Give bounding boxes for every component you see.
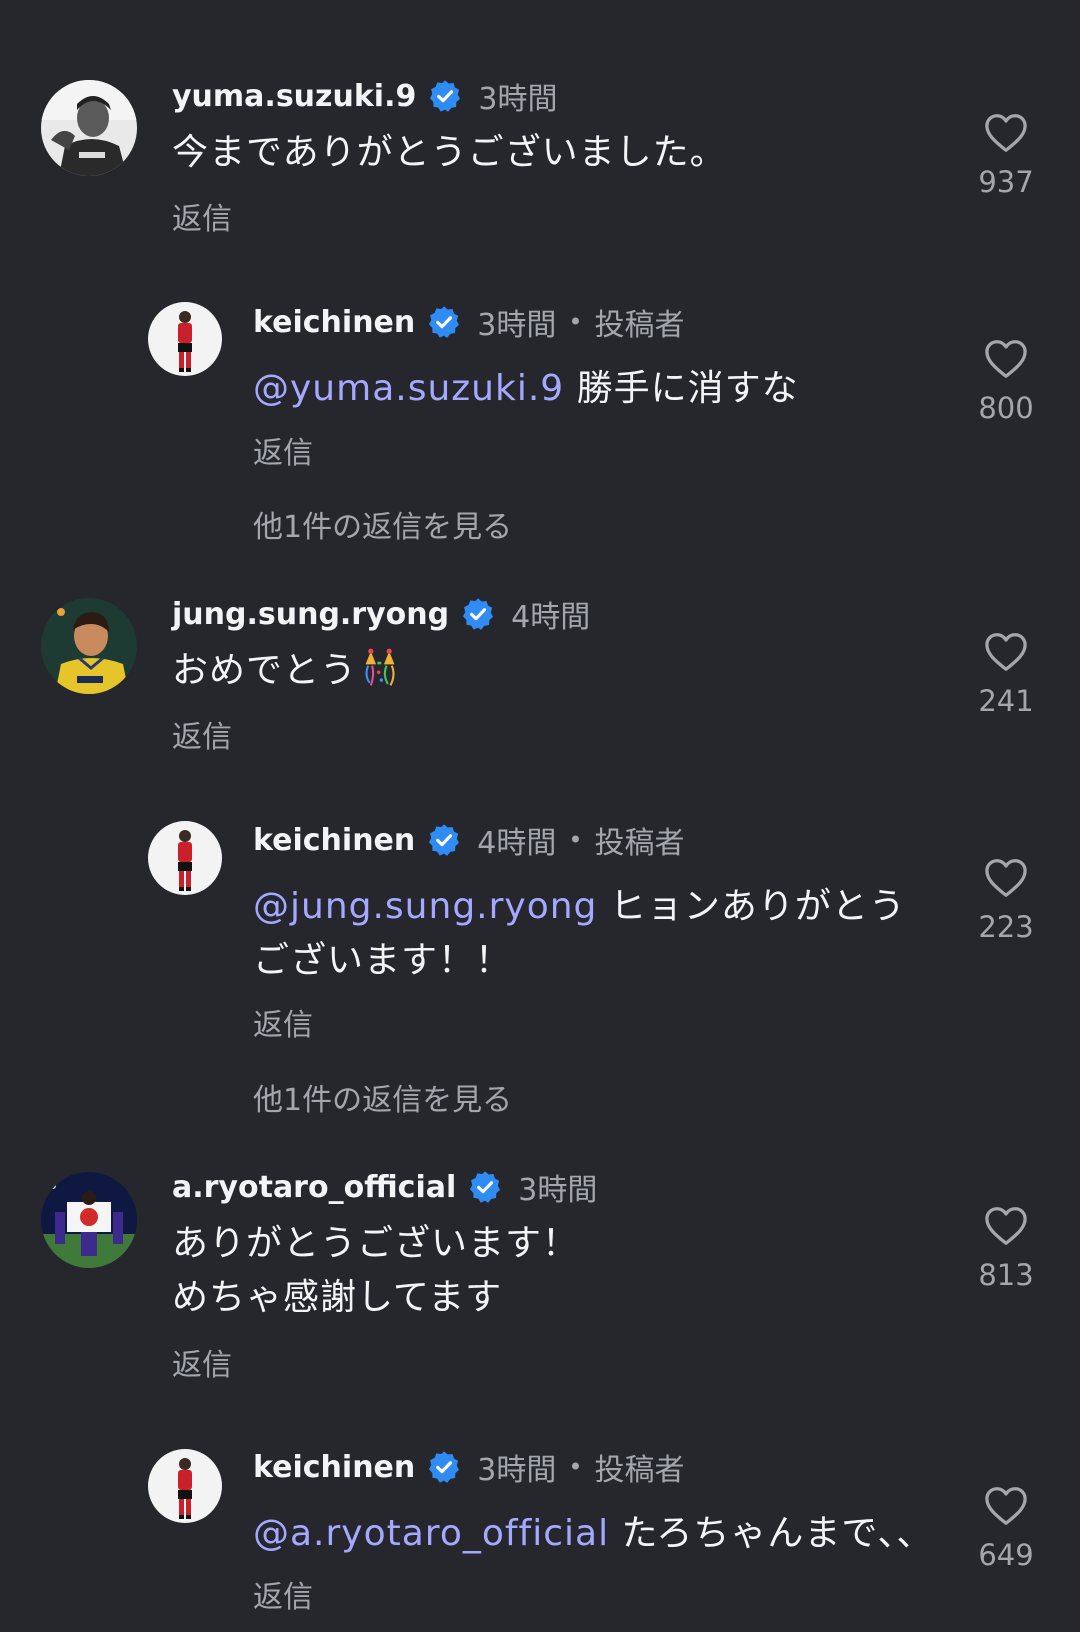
- separator-dot: •: [568, 1453, 583, 1481]
- author-badge: 投稿者: [594, 826, 685, 861]
- like-button[interactable]: 800: [960, 339, 1052, 425]
- verified-badge-icon: [429, 306, 460, 338]
- heart-icon[interactable]: [984, 858, 1028, 898]
- comment-body: おめでとう: [172, 650, 358, 691]
- username[interactable]: keichinen: [253, 1450, 415, 1485]
- like-count: 800: [978, 391, 1034, 425]
- avatar[interactable]: [148, 302, 222, 376]
- username[interactable]: a.ryotaro_official: [172, 1170, 456, 1205]
- reply-button[interactable]: 返信: [172, 712, 232, 756]
- verified-badge-icon: [430, 80, 461, 112]
- heart-icon[interactable]: [984, 632, 1028, 672]
- reply-button[interactable]: 返信: [253, 1572, 313, 1616]
- like-button[interactable]: 223: [960, 858, 1052, 944]
- verified-badge-icon: [463, 598, 494, 630]
- comment-meta: keichinen 3時間 • 投稿者: [253, 300, 685, 344]
- like-button[interactable]: 937: [960, 113, 1052, 199]
- comment-meta: keichinen 3時間 • 投稿者: [253, 1445, 685, 1489]
- author-badge: 投稿者: [594, 308, 685, 343]
- like-count: 649: [978, 1538, 1034, 1572]
- verified-badge-icon: [429, 1451, 460, 1483]
- timestamp: 4時間: [511, 600, 591, 635]
- reply-button[interactable]: 返信: [253, 1000, 313, 1044]
- confetti-emoji-icon: [365, 648, 395, 686]
- comment-text: ありがとうございます！ めちゃ感謝してます: [172, 1217, 862, 1325]
- comment-body: たろちゃんまで､､: [609, 1513, 917, 1554]
- reply-button[interactable]: 返信: [253, 428, 313, 472]
- comment-meta: a.ryotaro_official 3時間: [172, 1165, 597, 1209]
- like-count: 241: [978, 684, 1034, 718]
- comment-text: @jung.sung.ryong ヒョンありがとうございます！！: [253, 880, 933, 988]
- like-count: 813: [978, 1258, 1034, 1292]
- like-button[interactable]: 649: [960, 1486, 1052, 1572]
- timestamp: 3時間: [477, 1453, 557, 1488]
- avatar[interactable]: [41, 1172, 137, 1268]
- like-button[interactable]: 241: [960, 632, 1052, 718]
- separator-dot: •: [568, 826, 583, 854]
- comment-meta: keichinen 4時間 • 投稿者: [253, 818, 685, 862]
- comment-text: おめでとう: [172, 644, 862, 698]
- comment-body: 今までありがとうございました。: [172, 132, 727, 173]
- comment-meta: jung.sung.ryong 4時間: [172, 592, 590, 636]
- comment-body: 勝手に消すな: [564, 368, 799, 409]
- heart-icon[interactable]: [984, 1206, 1028, 1246]
- reply-button[interactable]: 返信: [172, 194, 232, 238]
- username[interactable]: yuma.suzuki.9: [172, 79, 416, 114]
- username[interactable]: keichinen: [253, 305, 415, 340]
- timestamp: 3時間: [518, 1173, 598, 1208]
- like-count: 223: [978, 910, 1034, 944]
- comment-text: 今までありがとうございました。: [172, 126, 862, 180]
- mention-link[interactable]: @jung.sung.ryong: [253, 886, 597, 927]
- like-button[interactable]: 813: [960, 1206, 1052, 1292]
- timestamp: 3時間: [478, 82, 558, 117]
- verified-badge-icon: [470, 1171, 501, 1203]
- cropped-previous-comment: [240, 0, 500, 4]
- author-badge: 投稿者: [594, 1453, 685, 1488]
- heart-icon[interactable]: [984, 339, 1028, 379]
- comment-text: @a.ryotaro_official たろちゃんまで､､: [253, 1507, 943, 1561]
- mention-link[interactable]: @a.ryotaro_official: [253, 1513, 609, 1554]
- comment-body: ありがとうございます！: [172, 1223, 580, 1264]
- timestamp: 3時間: [477, 308, 557, 343]
- username[interactable]: jung.sung.ryong: [172, 597, 449, 632]
- username[interactable]: keichinen: [253, 823, 415, 858]
- reply-button[interactable]: 返信: [172, 1340, 232, 1384]
- heart-icon[interactable]: [984, 113, 1028, 153]
- comment-meta: yuma.suzuki.9 3時間: [172, 74, 557, 118]
- avatar[interactable]: [41, 80, 137, 176]
- comment-text: @yuma.suzuki.9 勝手に消すな: [253, 362, 943, 416]
- mention-link[interactable]: @yuma.suzuki.9: [253, 368, 564, 409]
- heart-icon[interactable]: [984, 1486, 1028, 1526]
- comment-body-line-2: めちゃ感謝してます: [172, 1277, 503, 1318]
- avatar[interactable]: [148, 821, 222, 895]
- verified-badge-icon: [429, 824, 460, 856]
- view-more-replies-button[interactable]: 他1件の返信を見る: [253, 502, 512, 546]
- avatar[interactable]: [148, 1449, 222, 1523]
- separator-dot: •: [568, 308, 583, 336]
- like-count: 937: [978, 165, 1034, 199]
- view-more-replies-button[interactable]: 他1件の返信を見る: [253, 1075, 512, 1119]
- timestamp: 4時間: [477, 826, 557, 861]
- avatar[interactable]: [41, 598, 137, 694]
